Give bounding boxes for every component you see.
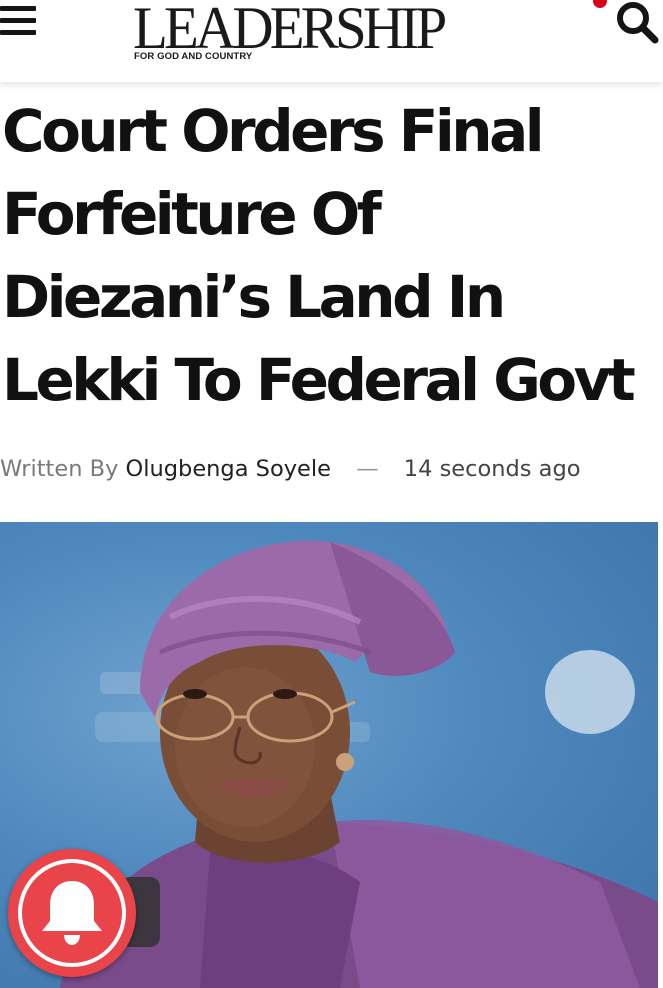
article-byline: Written By Olugbenga Soyele — 14 seconds…: [0, 452, 663, 486]
byline-prefix: Written By: [0, 456, 119, 482]
publish-time: 14 seconds ago: [403, 456, 581, 482]
logo-accent-mark: [593, 0, 607, 8]
hamburger-menu-icon[interactable]: [0, 6, 38, 36]
bell-icon: [42, 881, 102, 945]
article-headline: Court Orders Final Forfeiture Of Diezani…: [2, 97, 636, 414]
byline-separator: —: [356, 456, 379, 482]
logo-wordmark: LEADERSHIP: [133, 0, 447, 61]
site-header: LEADERSHIP FOR GOD AND COUNTRY: [0, 0, 663, 82]
logo-tagline: FOR GOD AND COUNTRY: [134, 51, 253, 62]
notification-bell-button[interactable]: [8, 849, 136, 977]
search-icon[interactable]: [614, 0, 662, 46]
site-logo[interactable]: LEADERSHIP FOR GOD AND COUNTRY: [133, 0, 607, 68]
author-link[interactable]: Olugbenga Soyele: [126, 456, 331, 482]
